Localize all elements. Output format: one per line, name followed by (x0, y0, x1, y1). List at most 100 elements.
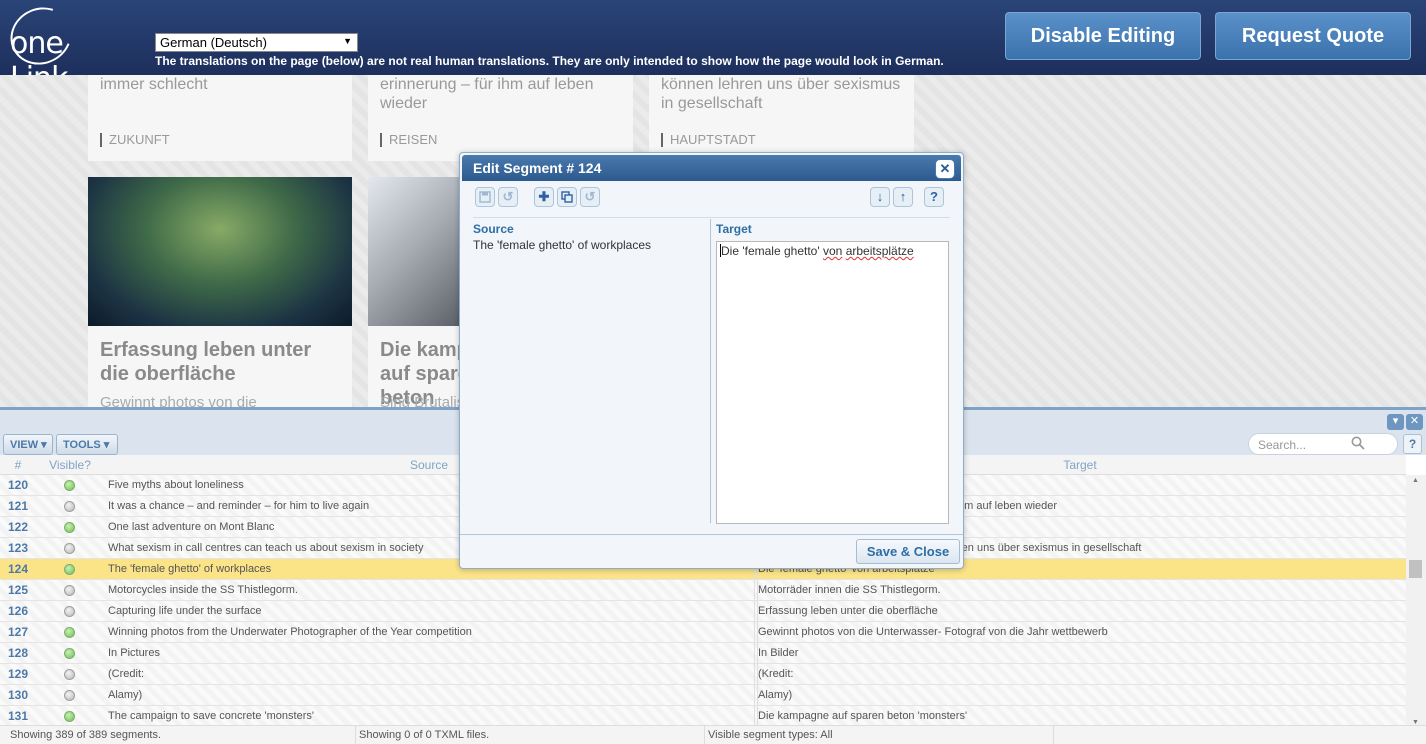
search-placeholder: Search... (1258, 438, 1307, 452)
dialog-title-bar[interactable]: Edit Segment # 124 ✕ (462, 155, 961, 181)
article-photo[interactable] (368, 177, 460, 326)
undo-icon[interactable]: ↺ (498, 187, 518, 207)
edit-toolbar-group: ↺ (475, 187, 518, 207)
segment-number: 129 (7, 667, 29, 681)
segment-number: 128 (7, 646, 29, 660)
source-cell: Five myths about loneliness (108, 479, 244, 491)
card-snippet: können lehren uns über sexismus in gesel… (661, 76, 901, 112)
segment-number: 122 (7, 520, 29, 534)
table-row[interactable]: 128 In Pictures In Bilder (0, 643, 1406, 664)
dialog-title: Edit Segment # 124 (473, 160, 602, 176)
visible-status-icon (64, 522, 75, 533)
source-cell: In Pictures (108, 647, 160, 659)
save-close-button[interactable]: Save & Close (856, 539, 960, 564)
target-cell: Gewinnt photos von die Unterwasser- Foto… (757, 622, 1108, 643)
help-icon[interactable]: ? (924, 187, 944, 207)
translation-disclaimer: The translations on the page (below) are… (155, 54, 944, 68)
card-tag[interactable]: ZUKUNFT (100, 133, 170, 147)
visible-status-icon (64, 585, 75, 596)
language-selected-value: German (Deutsch) (160, 35, 267, 50)
column-header-visible[interactable]: Visible? (36, 455, 104, 475)
segment-types: Visible segment types: All (704, 726, 1054, 744)
visible-status-icon (64, 648, 75, 659)
visible-status-icon (64, 480, 75, 491)
article-photo[interactable] (88, 177, 352, 326)
visible-status-icon (64, 564, 75, 575)
source-cell: What sexism in call centres can teach us… (108, 542, 424, 554)
visible-status-icon (64, 669, 75, 680)
view-menu-button[interactable]: VIEW ▾ (3, 434, 53, 455)
previous-segment-icon[interactable]: ↑ (893, 187, 913, 207)
article-card[interactable]: können lehren uns über sexismus in gesel… (649, 75, 914, 161)
add-icon[interactable]: ✚ (534, 187, 554, 207)
segment-number: 127 (7, 625, 29, 639)
article-card[interactable]: erinnerung – für ihm auf leben wieder RE… (368, 75, 633, 161)
target-textarea[interactable]: Die 'female ghetto' von arbeitsplätze (716, 241, 949, 524)
segment-number: 123 (7, 541, 29, 555)
article-subtitle: Gewinnt photos von die (100, 394, 257, 407)
visible-status-icon (64, 690, 75, 701)
help-button[interactable]: ? (1403, 434, 1422, 454)
target-cell: Die kampagne auf sparen beton 'monsters' (757, 706, 967, 727)
visible-status-icon (64, 543, 75, 554)
source-cell: Winning photos from the Underwater Photo… (108, 626, 472, 638)
table-scrollbar[interactable]: ▲ ▼ (1406, 475, 1426, 728)
article-subtitle: Sind Brutalismus (380, 394, 460, 407)
column-header-num[interactable]: # (0, 455, 36, 475)
segment-number: 130 (7, 688, 29, 702)
segment-search-input[interactable]: Search... (1248, 433, 1398, 455)
save-icon[interactable] (475, 187, 495, 207)
navigation-toolbar: ↓ ↑ ? (870, 187, 944, 207)
source-cell: Alamy) (108, 689, 143, 701)
copy-source-icon[interactable] (557, 187, 577, 207)
next-segment-icon[interactable]: ↓ (870, 187, 890, 207)
segment-number: 126 (7, 604, 29, 618)
scrollbar-thumb[interactable] (1409, 560, 1422, 578)
article-card[interactable]: Erfassung leben unter die oberfläche Gew… (88, 326, 352, 407)
close-icon[interactable]: ✕ (935, 159, 955, 179)
table-row[interactable]: 127 Winning photos from the Underwater P… (0, 622, 1406, 643)
disable-editing-button[interactable]: Disable Editing (1005, 12, 1201, 60)
source-pane: Source The 'female ghetto' of workplaces (473, 219, 710, 523)
chevron-down-icon: ▼ (343, 36, 352, 46)
status-bar: Showing 389 of 389 segments. Showing 0 o… (0, 725, 1426, 744)
source-cell: Motorcycles inside the SS Thistlegorm. (108, 584, 298, 596)
card-tag[interactable]: HAUPTSTADT (661, 133, 756, 147)
segment-number: 120 (7, 478, 29, 492)
visible-status-icon (64, 627, 75, 638)
article-card[interactable]: Die kampagne auf sparen beton Sind Bruta… (368, 326, 460, 407)
language-select[interactable]: German (Deutsch) ▼ (155, 33, 358, 52)
table-row[interactable]: 129 (Credit: (Kredit: (0, 664, 1406, 685)
chevron-down-icon: ▾ (103, 439, 110, 451)
table-row[interactable]: 130 Alamy) Alamy) (0, 685, 1406, 706)
onelink-logo: one Link (1, 0, 128, 96)
source-cell: The 'female ghetto' of workplaces (108, 563, 272, 575)
article-card[interactable]: immer schlecht ZUKUNFT (88, 75, 352, 161)
target-text: Die 'female ghetto' (721, 244, 823, 258)
scroll-up-icon[interactable]: ▲ (1412, 477, 1419, 484)
target-cell: Erfassung leben unter die oberfläche (757, 601, 938, 622)
target-cell: Motorräder innen die SS Thistlegorm. (757, 580, 941, 601)
card-tag[interactable]: REISEN (380, 133, 437, 147)
segment-number: 131 (7, 709, 29, 723)
visible-status-icon (64, 606, 75, 617)
table-row[interactable]: 131 The campaign to save concrete 'monst… (0, 706, 1406, 727)
target-pane: Target Die 'female ghetto' von arbeitspl… (716, 219, 951, 524)
table-row[interactable]: 125 Motorcycles inside the SS Thistlegor… (0, 580, 1406, 601)
table-row[interactable]: 126 Capturing life under the surface Erf… (0, 601, 1406, 622)
target-label: Target (716, 222, 752, 236)
card-snippet: erinnerung – für ihm auf leben wieder (380, 76, 594, 112)
article-title[interactable]: Erfassung leben unter die oberfläche (100, 338, 340, 386)
segment-number: 121 (7, 499, 29, 513)
segment-number: 125 (7, 583, 29, 597)
visible-status-icon (64, 501, 75, 512)
search-icon[interactable] (1351, 436, 1365, 450)
visible-status-icon (64, 711, 75, 722)
collapse-panel-button[interactable]: ▾ (1387, 414, 1404, 430)
top-bar: one Link German (Deutsch) ▼ The translat… (0, 0, 1426, 96)
target-cell: Alamy) (757, 685, 792, 706)
revert-icon[interactable]: ↺ (580, 187, 600, 207)
request-quote-button[interactable]: Request Quote (1215, 12, 1411, 60)
tools-menu-button[interactable]: TOOLS ▾ (56, 434, 118, 455)
close-panel-button[interactable]: ✕ (1406, 414, 1423, 430)
